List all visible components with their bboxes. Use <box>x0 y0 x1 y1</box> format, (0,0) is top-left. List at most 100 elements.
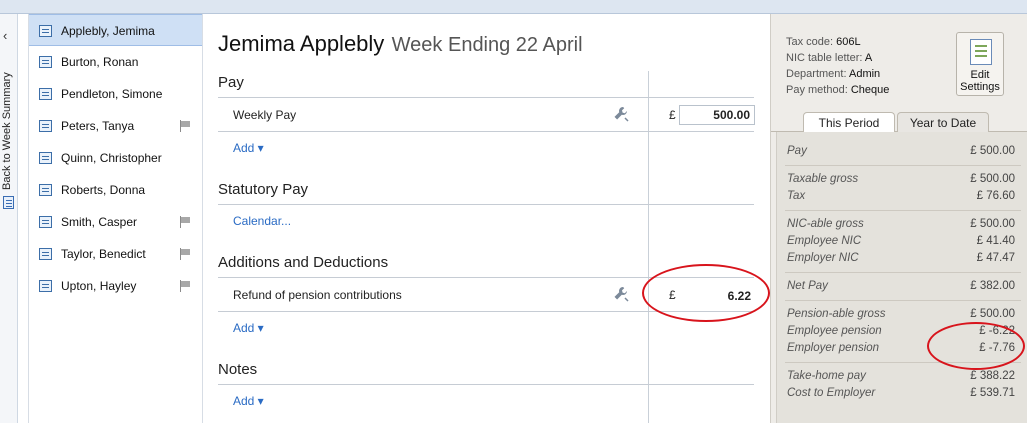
payslip-editor: Jemima Applebly Week Ending 22 April Pay… <box>203 14 769 423</box>
summary-row: NIC-able gross £ 500.00 <box>787 218 1015 230</box>
back-to-week-summary[interactable]: ‹ Back to Week Summary <box>0 14 18 423</box>
summary-row: Pension-able gross £ 500.00 <box>787 308 1015 320</box>
employee-doc-icon <box>39 25 52 37</box>
list-icon <box>3 196 14 209</box>
employee-list: Applebly, Jemima Burton, Ronan Pendleton… <box>28 14 203 423</box>
summary-row: Take-home pay £ 388.22 <box>787 370 1015 382</box>
additions-add-link[interactable]: Add ▾ <box>233 321 264 335</box>
employee-name: Pendleton, Simone <box>61 87 163 101</box>
wrench-icon[interactable] <box>613 106 629 122</box>
summary-value: £ 76.60 <box>976 190 1015 202</box>
employee-name: Peters, Tanya <box>61 119 135 133</box>
notes-add-link[interactable]: Add ▾ <box>233 394 264 408</box>
edit-settings-label: Edit Settings <box>960 69 1000 93</box>
summary-value: £ 500.00 <box>970 308 1015 320</box>
summary-row: Employer NIC £ 47.47 <box>787 252 1015 264</box>
employee-item[interactable]: Applebly, Jemima <box>29 14 202 46</box>
summary-divider <box>785 165 1021 166</box>
employee-name: Taylor, Benedict <box>61 247 146 261</box>
employee-item[interactable]: Pendleton, Simone <box>29 78 202 110</box>
week-ending: Week Ending 22 April <box>391 34 583 56</box>
annotation-circle <box>927 322 1025 370</box>
notes-section-title: Notes <box>218 361 258 378</box>
divider <box>218 384 754 385</box>
flag-icon[interactable] <box>179 248 191 260</box>
employee-doc-icon <box>39 152 52 164</box>
annotation-circle <box>642 264 770 322</box>
nic-value: A <box>864 52 873 64</box>
tab-this-period[interactable]: This Period <box>803 112 895 133</box>
employee-name: Roberts, Donna <box>61 183 146 197</box>
wrench-icon[interactable] <box>613 286 629 302</box>
department-value: Admin <box>848 68 881 80</box>
summary-divider <box>785 210 1021 211</box>
tax-code-label: Tax code: <box>786 36 834 48</box>
employee-item[interactable]: Roberts, Donna <box>29 174 202 206</box>
summary-value: £ 382.00 <box>970 280 1015 292</box>
employee-name: Upton, Hayley <box>61 279 137 293</box>
employee-name: Smith, Casper <box>61 215 138 229</box>
summary-value: £ 539.71 <box>970 387 1015 399</box>
flag-icon[interactable] <box>179 216 191 228</box>
employee-item[interactable]: Peters, Tanya <box>29 110 202 142</box>
summary-label: Pay <box>787 145 807 157</box>
employee-item[interactable]: Quinn, Christopher <box>29 142 202 174</box>
summary-label: Tax <box>787 190 806 202</box>
summary-label: NIC-able gross <box>787 218 864 230</box>
employee-doc-icon <box>39 184 52 196</box>
chevron-left-icon: ‹ <box>3 28 8 43</box>
summary-value: £ 500.00 <box>970 145 1015 157</box>
employee-item[interactable]: Smith, Casper <box>29 206 202 238</box>
refund-pension-label: Refund of pension contributions <box>233 288 402 302</box>
employee-item[interactable]: Upton, Hayley <box>29 270 202 302</box>
employee-name: Applebly, Jemima <box>61 24 155 38</box>
employee-settings: Tax code: 606L NIC table letter: A Depar… <box>786 34 889 98</box>
flag-icon[interactable] <box>179 280 191 292</box>
summary-row: Cost to Employer £ 539.71 <box>787 387 1015 399</box>
tab-year-to-date[interactable]: Year to Date <box>897 112 989 133</box>
employee-item[interactable]: Burton, Ronan <box>29 46 202 78</box>
weekly-pay-amount-input[interactable]: 500.00 <box>679 105 755 125</box>
period-tabs: This Period Year to Date <box>771 110 1027 133</box>
summary-row: Pay £ 500.00 <box>787 145 1015 157</box>
calendar-link[interactable]: Calendar... <box>233 214 291 228</box>
summary-label: Employee NIC <box>787 235 862 247</box>
pay-method-label: Pay method: <box>786 84 848 96</box>
pay-method-value: Cheque <box>850 84 890 96</box>
summary-row: Tax £ 76.60 <box>787 190 1015 202</box>
summary-label: Pension-able gross <box>787 308 886 320</box>
department-label: Department: <box>786 68 847 80</box>
employee-name: Quinn, Christopher <box>61 151 162 165</box>
back-label: Back to Week Summary <box>1 72 13 190</box>
summary-divider <box>785 300 1021 301</box>
summary-label: Employer NIC <box>787 252 859 264</box>
summary-divider <box>785 272 1021 273</box>
pay-section-title: Pay <box>218 74 244 91</box>
currency-symbol: £ <box>669 108 676 122</box>
employee-doc-icon <box>39 88 52 100</box>
period-summary: Pay £ 500.00 Taxable gross £ 500.00 Tax £ 7… <box>776 132 1027 423</box>
top-bar <box>0 0 1027 14</box>
divider <box>218 204 754 205</box>
employee-item[interactable]: Taylor, Benedict <box>29 238 202 270</box>
page-title: Jemima Applebly Week Ending 22 April <box>218 31 583 57</box>
summary-row: Taxable gross £ 500.00 <box>787 173 1015 185</box>
summary-label: Cost to Employer <box>787 387 876 399</box>
weekly-pay-label: Weekly Pay <box>233 108 297 122</box>
edit-settings-button[interactable]: Edit Settings <box>956 32 1004 96</box>
settings-document-icon <box>970 39 992 65</box>
summary-value: £ 41.40 <box>976 235 1015 247</box>
employee-doc-icon <box>39 216 52 228</box>
summary-label: Take-home pay <box>787 370 866 382</box>
employee-doc-icon <box>39 280 52 292</box>
employee-full-name: Jemima Applebly <box>218 31 385 56</box>
flag-icon[interactable] <box>179 120 191 132</box>
employee-doc-icon <box>39 56 52 68</box>
pay-add-link[interactable]: Add ▾ <box>233 141 264 155</box>
additions-section-title: Additions and Deductions <box>218 254 389 271</box>
employee-doc-icon <box>39 248 52 260</box>
summary-value: £ 388.22 <box>970 370 1015 382</box>
divider <box>218 97 754 98</box>
divider <box>218 131 754 132</box>
summary-value: £ 500.00 <box>970 218 1015 230</box>
